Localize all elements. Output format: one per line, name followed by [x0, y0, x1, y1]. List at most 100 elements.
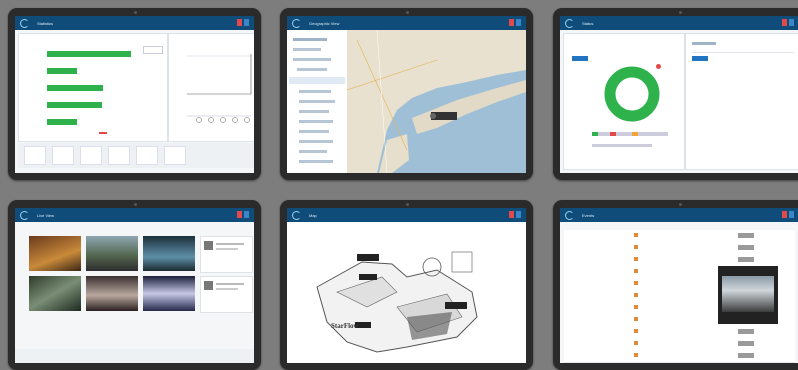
alert-icon[interactable] [509, 211, 514, 218]
app-bar: Events [560, 208, 798, 222]
tree-item[interactable] [299, 90, 331, 93]
camera-dot [405, 203, 409, 206]
stat-tile[interactable] [52, 146, 74, 165]
tablet-status: Status [553, 8, 798, 180]
tablet-geographic: Geographic View [280, 8, 533, 180]
user-icon[interactable] [516, 19, 521, 26]
app-logo-icon [20, 18, 29, 28]
tree-item[interactable] [299, 160, 333, 163]
tree-item[interactable] [293, 48, 321, 51]
map-view[interactable] [347, 30, 526, 173]
camera-dot [133, 11, 137, 14]
app-actions[interactable] [509, 211, 521, 218]
info-line [216, 288, 238, 290]
camera-dot [133, 203, 137, 206]
chart-bar [47, 119, 77, 125]
status-column [634, 233, 638, 361]
alert-icon[interactable] [509, 19, 514, 26]
alert-icon[interactable] [782, 19, 787, 26]
popup-feed [722, 276, 774, 312]
line-chart-card [168, 33, 254, 142]
tree-item[interactable] [293, 58, 331, 61]
camera-feed[interactable] [29, 236, 81, 271]
camera-feed[interactable] [86, 276, 138, 311]
app-bar: Live View [15, 208, 254, 222]
tree-item[interactable] [297, 68, 327, 71]
alert-dot [656, 64, 661, 69]
tablet-events: Events [553, 200, 798, 370]
tablet-floorplan: Map StarFlow [280, 200, 533, 370]
camera-popup[interactable] [718, 266, 778, 324]
app-bar: Statistics [15, 16, 254, 30]
stat-tile[interactable] [108, 146, 130, 165]
action-button[interactable] [572, 56, 588, 61]
footer-text [592, 144, 652, 147]
camera-info-panel [200, 276, 253, 313]
app-logo-icon [20, 210, 29, 220]
user-icon[interactable] [516, 211, 521, 218]
user-icon[interactable] [789, 211, 794, 218]
screen: Geographic View [287, 16, 526, 173]
camera-info-panel [200, 236, 253, 273]
line-chart [187, 54, 252, 123]
camera-feed[interactable] [29, 276, 81, 311]
legend-box [143, 46, 163, 54]
screen: Events [560, 208, 798, 363]
floorplan-brand: StarFlow [331, 322, 359, 330]
user-icon[interactable] [244, 19, 249, 26]
app-actions[interactable] [237, 211, 249, 218]
app-actions[interactable] [782, 211, 794, 218]
app-actions[interactable] [782, 19, 794, 26]
tablet-live-view: Live View [8, 200, 261, 370]
chart-bar [47, 85, 103, 91]
camera-feed[interactable] [143, 236, 195, 271]
tree-item[interactable] [299, 140, 333, 143]
app-actions[interactable] [509, 19, 521, 26]
stat-tile[interactable] [24, 146, 46, 165]
chart-bar [47, 102, 102, 108]
camera-feed[interactable] [143, 276, 195, 311]
app-actions[interactable] [237, 19, 249, 26]
tree-item[interactable] [299, 130, 329, 133]
app-logo-icon [292, 210, 301, 220]
tree-item[interactable] [299, 120, 333, 123]
donut-card [563, 33, 685, 170]
alert-icon[interactable] [237, 211, 242, 218]
floorplan-view[interactable] [287, 222, 526, 363]
action-button[interactable] [692, 56, 708, 61]
info-line [216, 243, 244, 245]
app-title: Map [309, 212, 317, 218]
camera-dot [678, 11, 682, 14]
app-logo-icon [565, 210, 574, 220]
tablet-statistics: Statistics [8, 8, 261, 180]
tree-item-selected[interactable] [289, 77, 345, 84]
tree-item[interactable] [299, 100, 335, 103]
app-title: Statistics [37, 20, 54, 26]
donut-chart [604, 66, 660, 122]
alert-icon[interactable] [237, 19, 242, 26]
info-line [216, 248, 238, 250]
app-title: Live View [37, 212, 55, 218]
tree-item[interactable] [293, 38, 327, 41]
tree-item[interactable] [299, 150, 327, 153]
legend-mark [99, 132, 107, 134]
tree-item[interactable] [299, 110, 329, 113]
stat-tile[interactable] [136, 146, 158, 165]
info-card [685, 33, 798, 170]
tree-sidebar [287, 30, 348, 173]
app-title: Geographic View [309, 20, 340, 26]
camera-dot [405, 11, 409, 14]
camera-feed[interactable] [86, 236, 138, 271]
user-icon[interactable] [244, 211, 249, 218]
table-row[interactable] [564, 350, 795, 363]
bar-chart-card [18, 33, 168, 142]
alert-icon[interactable] [782, 211, 787, 218]
separator [692, 52, 794, 53]
user-icon[interactable] [789, 19, 794, 26]
app-bar: Status [560, 16, 798, 30]
thumb-icon [204, 281, 213, 290]
app-logo-icon [292, 18, 301, 28]
stat-tile[interactable] [80, 146, 102, 165]
bottom-toolbar [15, 349, 254, 363]
stat-tile[interactable] [164, 146, 186, 165]
